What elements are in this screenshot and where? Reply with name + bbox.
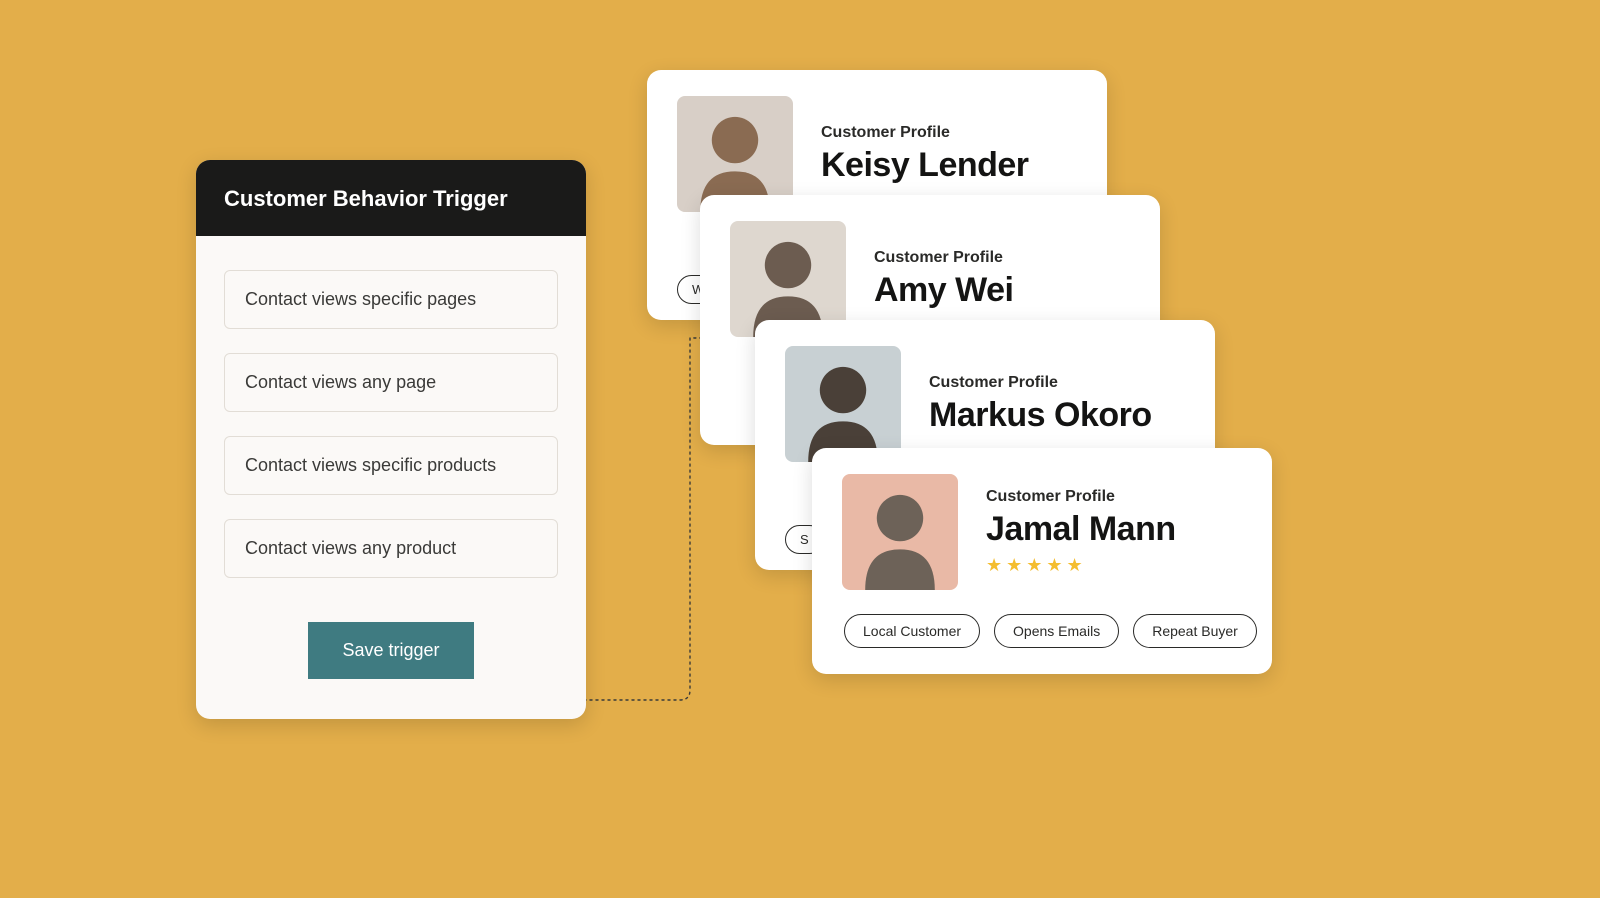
trigger-option[interactable]: Contact views any product xyxy=(224,519,558,578)
trigger-option[interactable]: Contact views specific pages xyxy=(224,270,558,329)
trigger-panel-title: Customer Behavior Trigger xyxy=(196,160,586,236)
tag-row: Local Customer Opens Emails Repeat Buyer xyxy=(842,614,1242,648)
profile-name: Keisy Lender xyxy=(821,146,1077,185)
trigger-panel-body: Contact views specific pages Contact vie… xyxy=(196,236,586,719)
profile-label: Customer Profile xyxy=(986,488,1242,506)
star-rating: ★★★★★ xyxy=(986,555,1242,576)
profile-name: Markus Okoro xyxy=(929,396,1185,435)
trigger-option[interactable]: Contact views specific products xyxy=(224,436,558,495)
trigger-option[interactable]: Contact views any page xyxy=(224,353,558,412)
profile-label: Customer Profile xyxy=(821,124,1077,142)
profile-label: Customer Profile xyxy=(929,374,1185,392)
profile-card-front: Customer Profile Jamal Mann ★★★★★ Local … xyxy=(812,448,1272,674)
profile-label: Customer Profile xyxy=(874,249,1130,267)
avatar xyxy=(842,474,958,590)
tag-pill[interactable]: Opens Emails xyxy=(994,614,1119,648)
profile-name: Amy Wei xyxy=(874,271,1130,310)
tag-pill[interactable]: Local Customer xyxy=(844,614,980,648)
avatar xyxy=(785,346,901,462)
profile-name: Jamal Mann xyxy=(986,510,1242,549)
tag-pill[interactable]: Repeat Buyer xyxy=(1133,614,1257,648)
save-trigger-button[interactable]: Save trigger xyxy=(308,622,473,679)
trigger-panel: Customer Behavior Trigger Contact views … xyxy=(196,160,586,719)
